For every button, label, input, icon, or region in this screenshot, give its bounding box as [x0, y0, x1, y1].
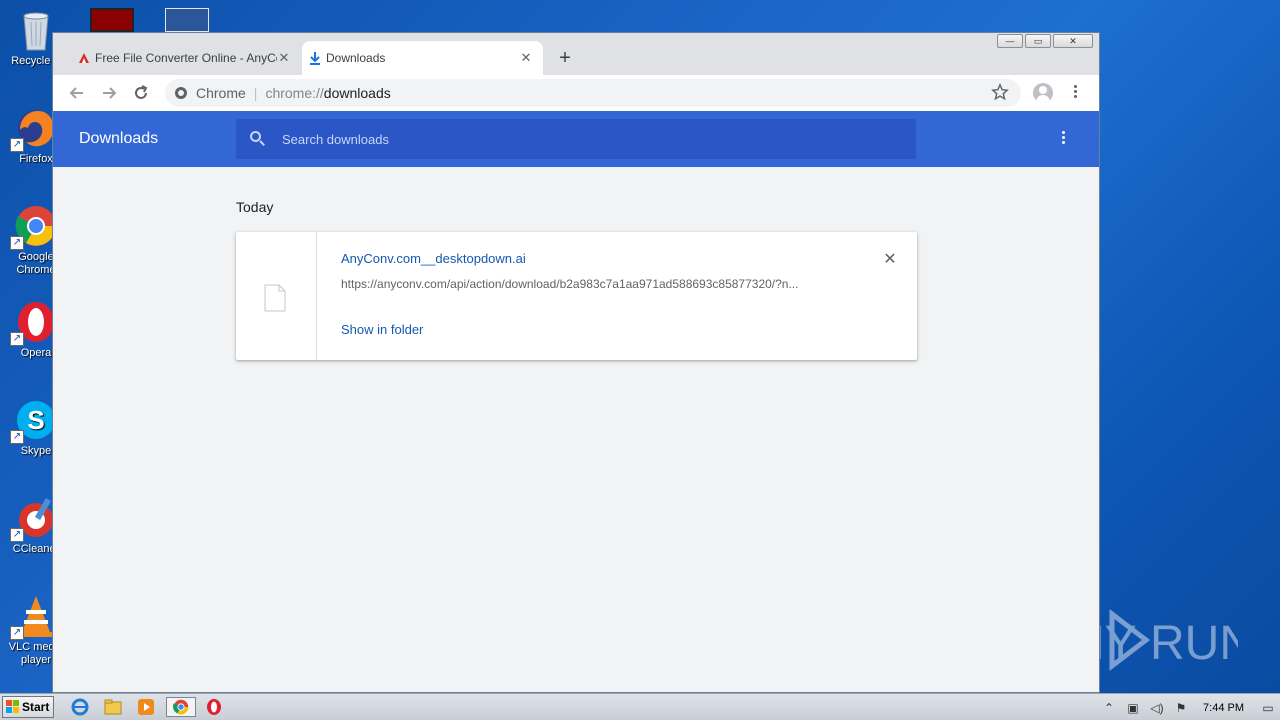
remove-download-button[interactable]: ✕ [882, 249, 898, 269]
tab-strip: Free File Converter Online - AnyConv ✕ D… [53, 41, 1099, 75]
file-name-link[interactable]: AnyConv.com__desktopdown.ai [341, 251, 526, 266]
windows-logo-icon [6, 700, 19, 713]
system-tray: ⌃ ▣ ◁) ⚑ 7:44 PM ▭ [1097, 694, 1280, 720]
svg-text:S: S [27, 405, 44, 435]
browser-toolbar: Chrome | chrome://downloads [53, 75, 1099, 111]
reload-icon[interactable] [131, 83, 151, 103]
omnibox-separator: | [253, 85, 258, 101]
download-item: AnyConv.com__desktopdown.ai https://anyc… [236, 232, 917, 360]
show-hidden-icons-arrow-icon[interactable]: ⌃ [1101, 700, 1117, 716]
new-tab-button[interactable]: + [553, 48, 577, 68]
volume-icon[interactable]: ◁) [1149, 700, 1165, 716]
start-button[interactable]: Start [2, 696, 54, 718]
forward-arrow-icon[interactable] [99, 83, 119, 103]
chrome-taskbar-icon[interactable] [166, 697, 196, 717]
scheme-label: Chrome [196, 85, 246, 101]
acrobat-desktop-icon[interactable] [90, 8, 134, 32]
show-in-folder-link[interactable]: Show in folder [341, 322, 423, 337]
tab-downloads[interactable]: Downloads ✕ [302, 41, 543, 75]
search-input[interactable] [282, 131, 916, 147]
ie-taskbar-icon[interactable] [70, 697, 92, 717]
tab-close-button[interactable]: ✕ [277, 50, 291, 66]
anyconv-favicon [79, 53, 89, 63]
media-player-taskbar-icon[interactable] [136, 697, 158, 717]
downloads-menu-icon[interactable] [1057, 129, 1069, 149]
browser-window: — ▭ ✕ Free File Converter Online - AnyCo… [52, 32, 1100, 693]
tab-title: Downloads [326, 51, 386, 65]
url-protocol: chrome:// [265, 85, 324, 101]
word-desktop-icon[interactable] [165, 8, 209, 32]
search-box [236, 119, 916, 159]
tab-title: Free File Converter Online - AnyConv [95, 51, 277, 65]
start-label: Start [22, 700, 50, 714]
tab-close-button[interactable]: ✕ [519, 50, 533, 66]
chrome-page-icon [175, 87, 187, 99]
downloads-header: Downloads [53, 111, 1099, 167]
network-icon[interactable]: ▣ [1125, 700, 1141, 716]
svg-text:RUN: RUN [1150, 617, 1238, 670]
browser-menu-icon[interactable] [1069, 83, 1081, 103]
profile-avatar-icon[interactable] [1033, 83, 1053, 103]
opera-taskbar-icon[interactable] [204, 697, 226, 717]
url-host: downloads [323, 85, 391, 101]
bookmark-star-icon[interactable] [991, 82, 1009, 106]
windows-taskbar: Start ⌃ ▣ ◁) ⚑ 7:44 PM ▭ [0, 693, 1280, 720]
file-source-url[interactable]: https://anyconv.com/api/action/download/… [341, 277, 841, 291]
action-center-flag-icon[interactable]: ⚑ [1173, 700, 1189, 716]
page-title: Downloads [79, 130, 159, 147]
tab-anyconv[interactable]: Free File Converter Online - AnyConv ✕ [71, 41, 301, 75]
section-date-heading: Today [236, 199, 274, 215]
download-icon [310, 52, 320, 65]
back-arrow-icon[interactable] [67, 83, 87, 103]
explorer-taskbar-icon[interactable] [103, 697, 125, 717]
address-bar[interactable]: Chrome | chrome://downloads [165, 79, 1021, 107]
show-desktop-icon[interactable]: ▭ [1260, 700, 1276, 716]
taskbar-clock[interactable]: 7:44 PM [1203, 702, 1244, 714]
file-icon-column [236, 232, 317, 360]
file-icon [264, 284, 286, 312]
downloads-page: Downloads Today AnyConv.com__desktopdown… [53, 111, 1099, 692]
search-icon [250, 131, 266, 147]
